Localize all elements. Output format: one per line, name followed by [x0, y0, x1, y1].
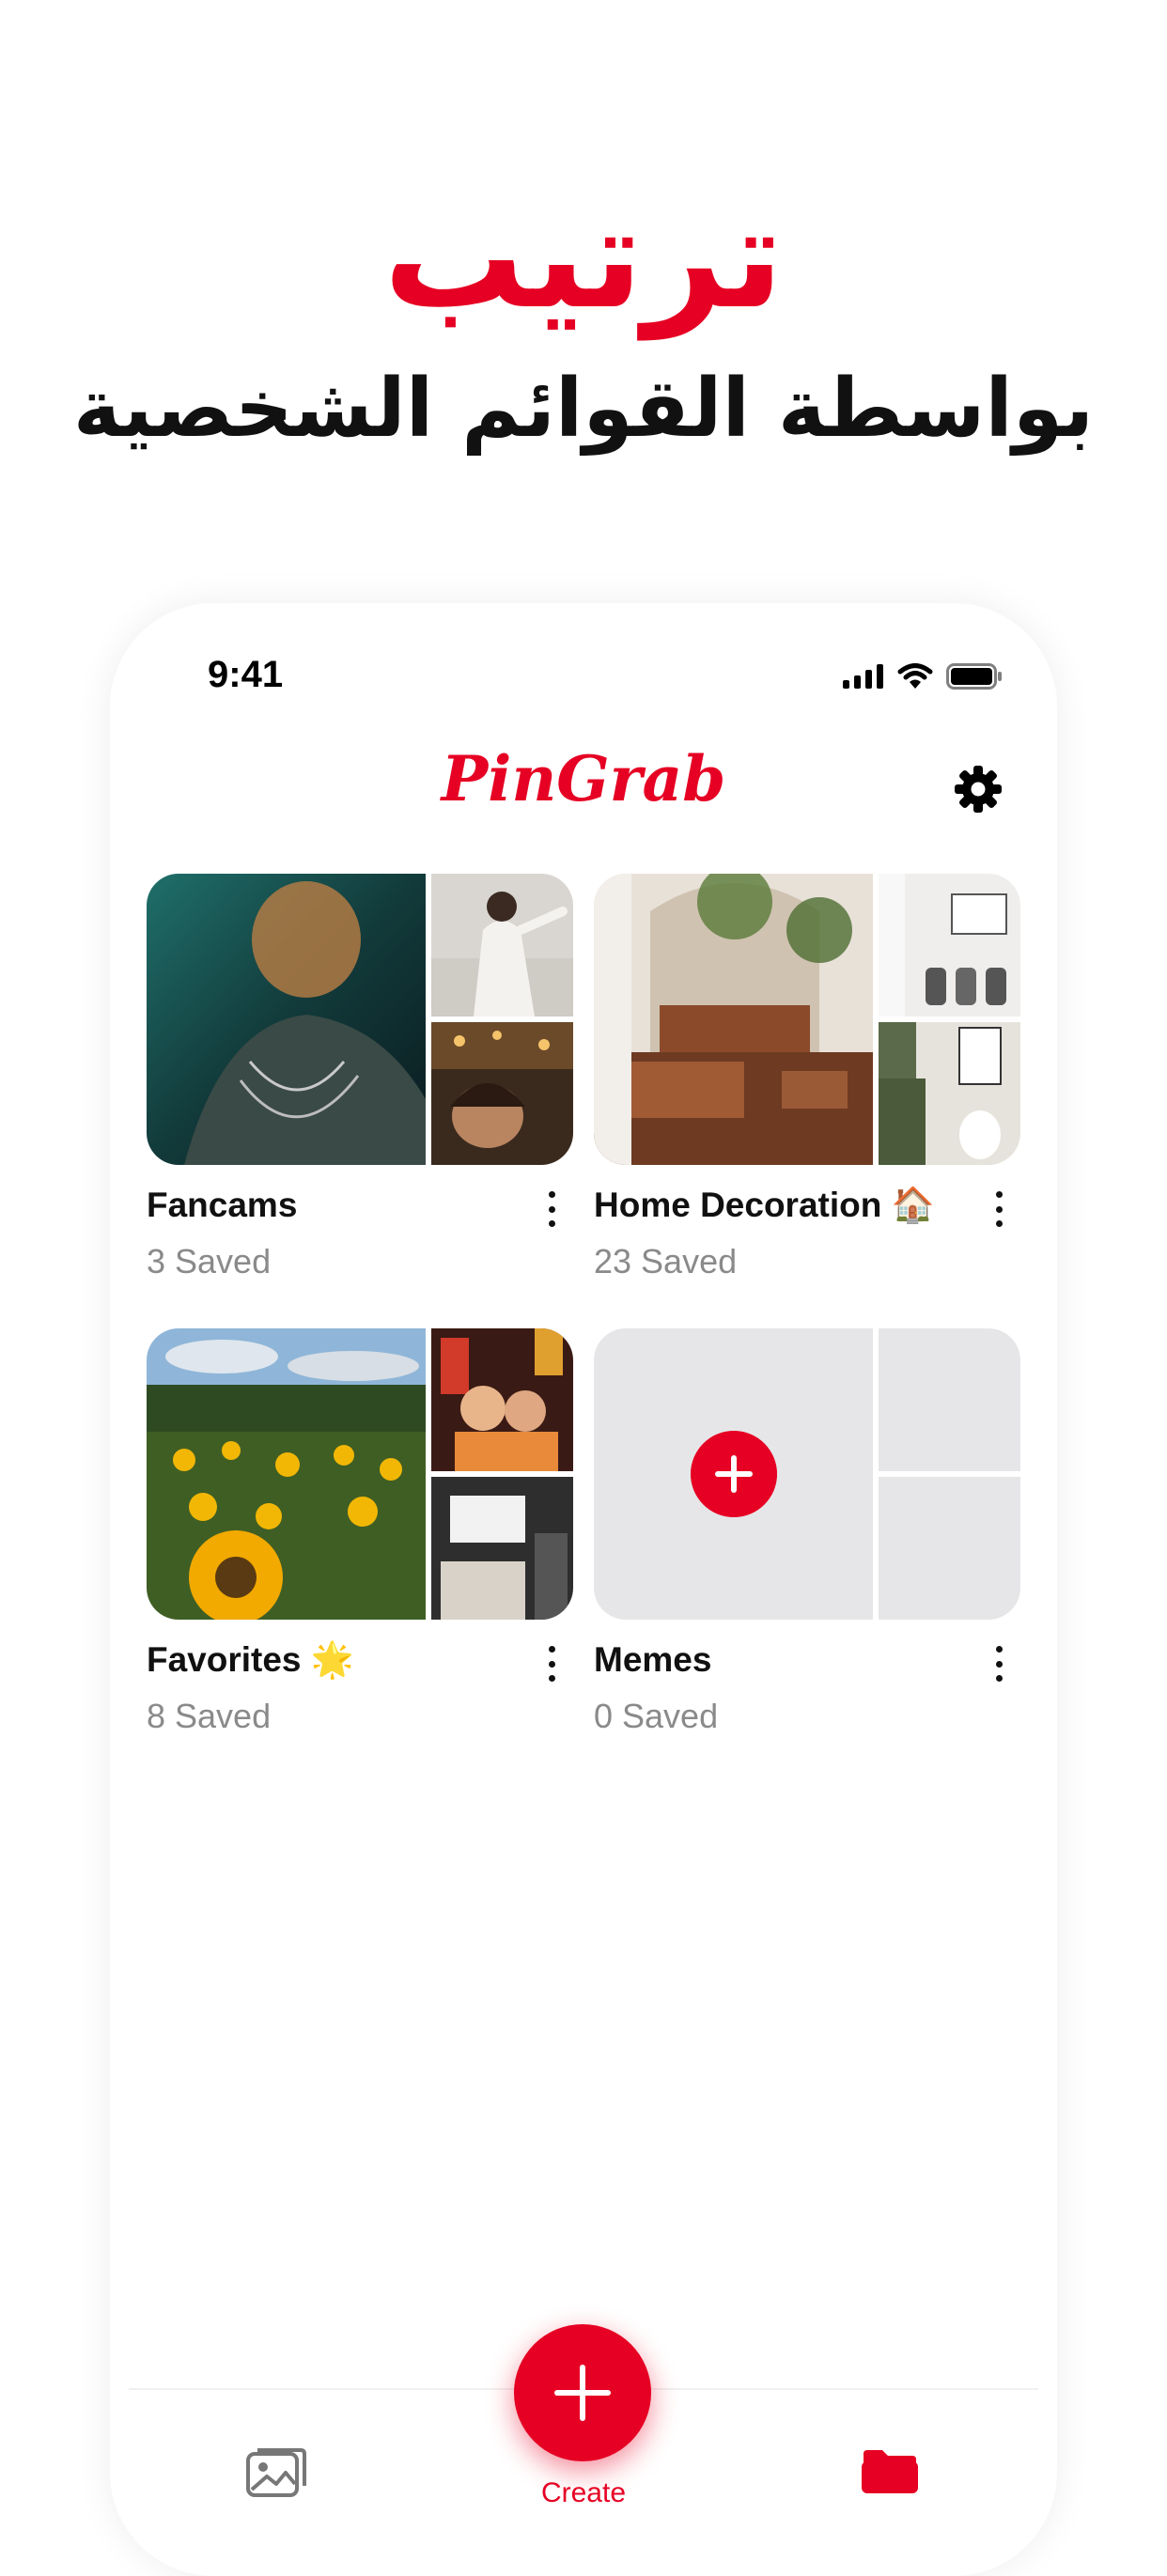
phone-frame: 9:41 PinGrab Fancams 3 Saved Home Decora…	[110, 603, 1057, 2576]
board-cover[interactable]	[594, 1328, 1020, 1620]
board-count: 0 Saved	[594, 1697, 719, 1735]
board-title: Home Decoration 🏠	[594, 1186, 935, 1224]
empty-slot	[879, 1477, 1020, 1620]
promo-subtitle: بواسطة القوائم الشخصية	[72, 362, 1095, 456]
status-time: 9:41	[208, 654, 284, 695]
board-card[interactable]: Fancams 3 Saved	[147, 874, 573, 1280]
board-cover[interactable]	[147, 1328, 573, 1620]
status-bar: 9:41	[110, 603, 1057, 753]
board-count: 3 Saved	[147, 1242, 272, 1280]
status-icons	[843, 663, 1003, 690]
more-vertical-icon[interactable]	[537, 1187, 566, 1231]
more-vertical-icon[interactable]	[985, 1187, 1013, 1231]
battery-icon	[946, 663, 1002, 690]
board-image	[147, 874, 426, 1165]
more-vertical-icon[interactable]	[985, 1642, 1013, 1685]
board-count: 8 Saved	[147, 1697, 272, 1735]
gear-icon[interactable]	[952, 763, 1004, 815]
board-card[interactable]: Memes 0 Saved	[594, 1328, 1020, 1735]
board-image	[879, 1022, 1020, 1165]
board-title: Favorites 🌟	[147, 1640, 354, 1679]
more-vertical-icon[interactable]	[537, 1642, 566, 1685]
app-logo: PinGrab	[441, 742, 726, 815]
board-cover[interactable]	[594, 874, 1020, 1165]
board-image	[431, 1328, 573, 1471]
board-image	[594, 874, 873, 1165]
board-count: 23 Saved	[594, 1242, 738, 1280]
board-image	[431, 1022, 573, 1165]
board-image	[431, 874, 573, 1016]
board-title: Fancams	[147, 1186, 298, 1224]
board-title: Memes	[594, 1640, 712, 1679]
board-image	[879, 874, 1020, 1016]
plus-icon	[554, 2365, 611, 2421]
empty-cover[interactable]	[594, 1328, 873, 1620]
board-card[interactable]: Favorites 🌟 8 Saved	[147, 1328, 573, 1735]
app-header: PinGrab	[110, 735, 1057, 847]
signal-icon	[843, 664, 883, 689]
plus-icon[interactable]	[691, 1431, 777, 1517]
promo-title: ترتيب	[383, 177, 784, 340]
create-button[interactable]	[514, 2324, 651, 2461]
board-image	[431, 1477, 573, 1620]
empty-slot	[879, 1328, 1020, 1471]
board-cover[interactable]	[147, 874, 573, 1165]
wifi-icon	[897, 663, 933, 689]
create-label[interactable]: Create	[110, 2477, 1057, 2509]
board-image	[147, 1328, 426, 1620]
board-card[interactable]: Home Decoration 🏠 23 Saved	[594, 874, 1020, 1280]
